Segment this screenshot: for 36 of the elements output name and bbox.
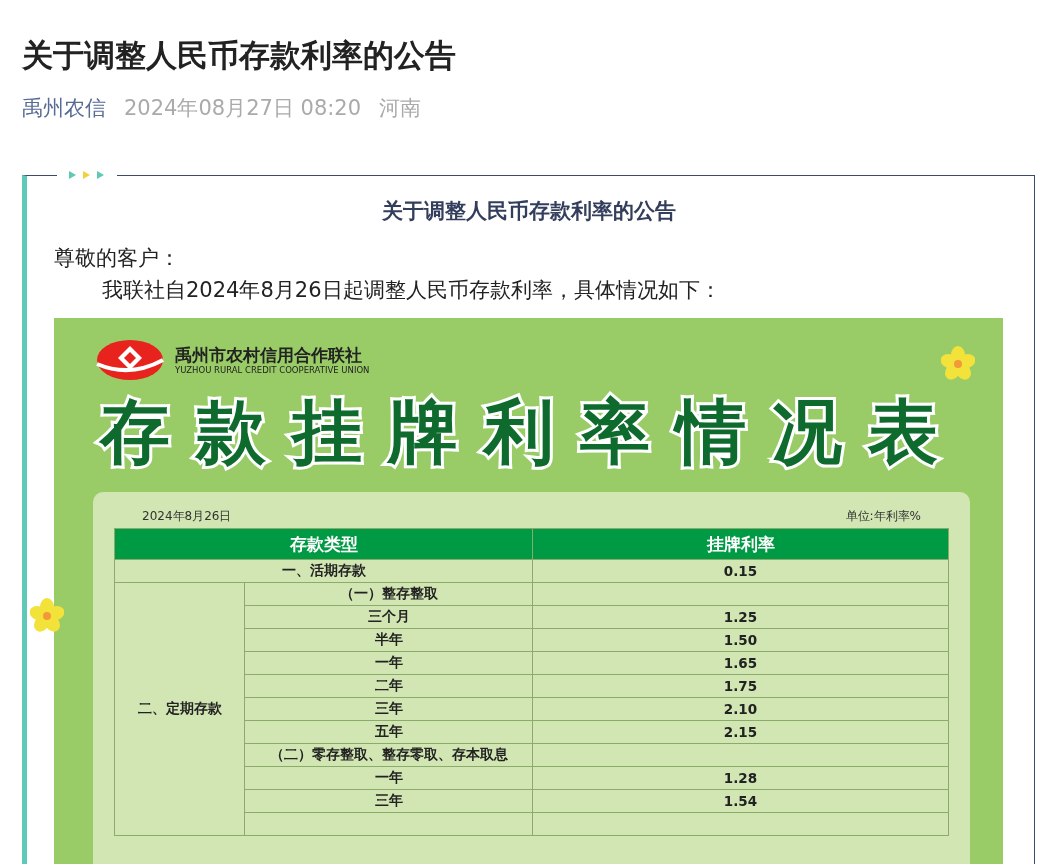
table-cell: 2.15 bbox=[533, 721, 949, 744]
notice-paragraph: 我联社自2024年8月26日起调整人民币存款利率，具体情况如下： bbox=[101, 277, 722, 304]
table-cell: 1.65 bbox=[533, 652, 949, 675]
table-cell: 1.75 bbox=[533, 675, 949, 698]
region-label: 河南 bbox=[379, 95, 422, 122]
column-header: 挂牌利率 bbox=[533, 529, 949, 560]
table-cell: 二年 bbox=[245, 675, 533, 698]
table-cell: 三年 bbox=[245, 790, 533, 813]
table-cell: 1.25 bbox=[533, 606, 949, 629]
org-name-english: YUZHOU RURAL CREDIT COOPERATIVE UNION bbox=[175, 365, 370, 375]
source-link[interactable]: 禹州农信 bbox=[22, 93, 106, 123]
table-cell: 一、活期存款 bbox=[115, 560, 533, 583]
greeting-text: 尊敬的客户： bbox=[54, 245, 181, 272]
column-header: 存款类型 bbox=[115, 529, 533, 560]
table-cell: 2.10 bbox=[533, 698, 949, 721]
poster-title: 存款挂牌利率情况表 bbox=[98, 390, 965, 475]
table-cell: 半年 bbox=[245, 629, 533, 652]
table-cell: 三个月 bbox=[245, 606, 533, 629]
article-title: 关于调整人民币存款利率的公告 bbox=[22, 36, 457, 75]
table-date: 2024年8月26日 bbox=[142, 508, 232, 525]
table-cell: 五年 bbox=[245, 721, 533, 744]
org-name: 禹州市农村信用合作联社 bbox=[175, 345, 363, 365]
publish-date: 2024年08月27日 08:20 bbox=[124, 95, 362, 122]
table-cell: （二）零存整取、整存零取、存本取息 bbox=[245, 744, 533, 767]
table-cell: 一年 bbox=[245, 652, 533, 675]
table-cell: 二、定期存款 bbox=[115, 583, 245, 836]
table-cell: 1.54 bbox=[533, 790, 949, 813]
table-cell: 三年 bbox=[245, 698, 533, 721]
table-cell: 1.28 bbox=[533, 767, 949, 790]
unit-label: 单位:年利率% bbox=[845, 508, 921, 525]
table-cell: 0.15 bbox=[533, 560, 949, 583]
table-cell: （一）整存整取 bbox=[245, 583, 533, 606]
logo-icon bbox=[95, 338, 165, 382]
table-cell: 一年 bbox=[245, 767, 533, 790]
table-cell: 1.50 bbox=[533, 629, 949, 652]
notice-heading: 关于调整人民币存款利率的公告 bbox=[380, 198, 677, 225]
